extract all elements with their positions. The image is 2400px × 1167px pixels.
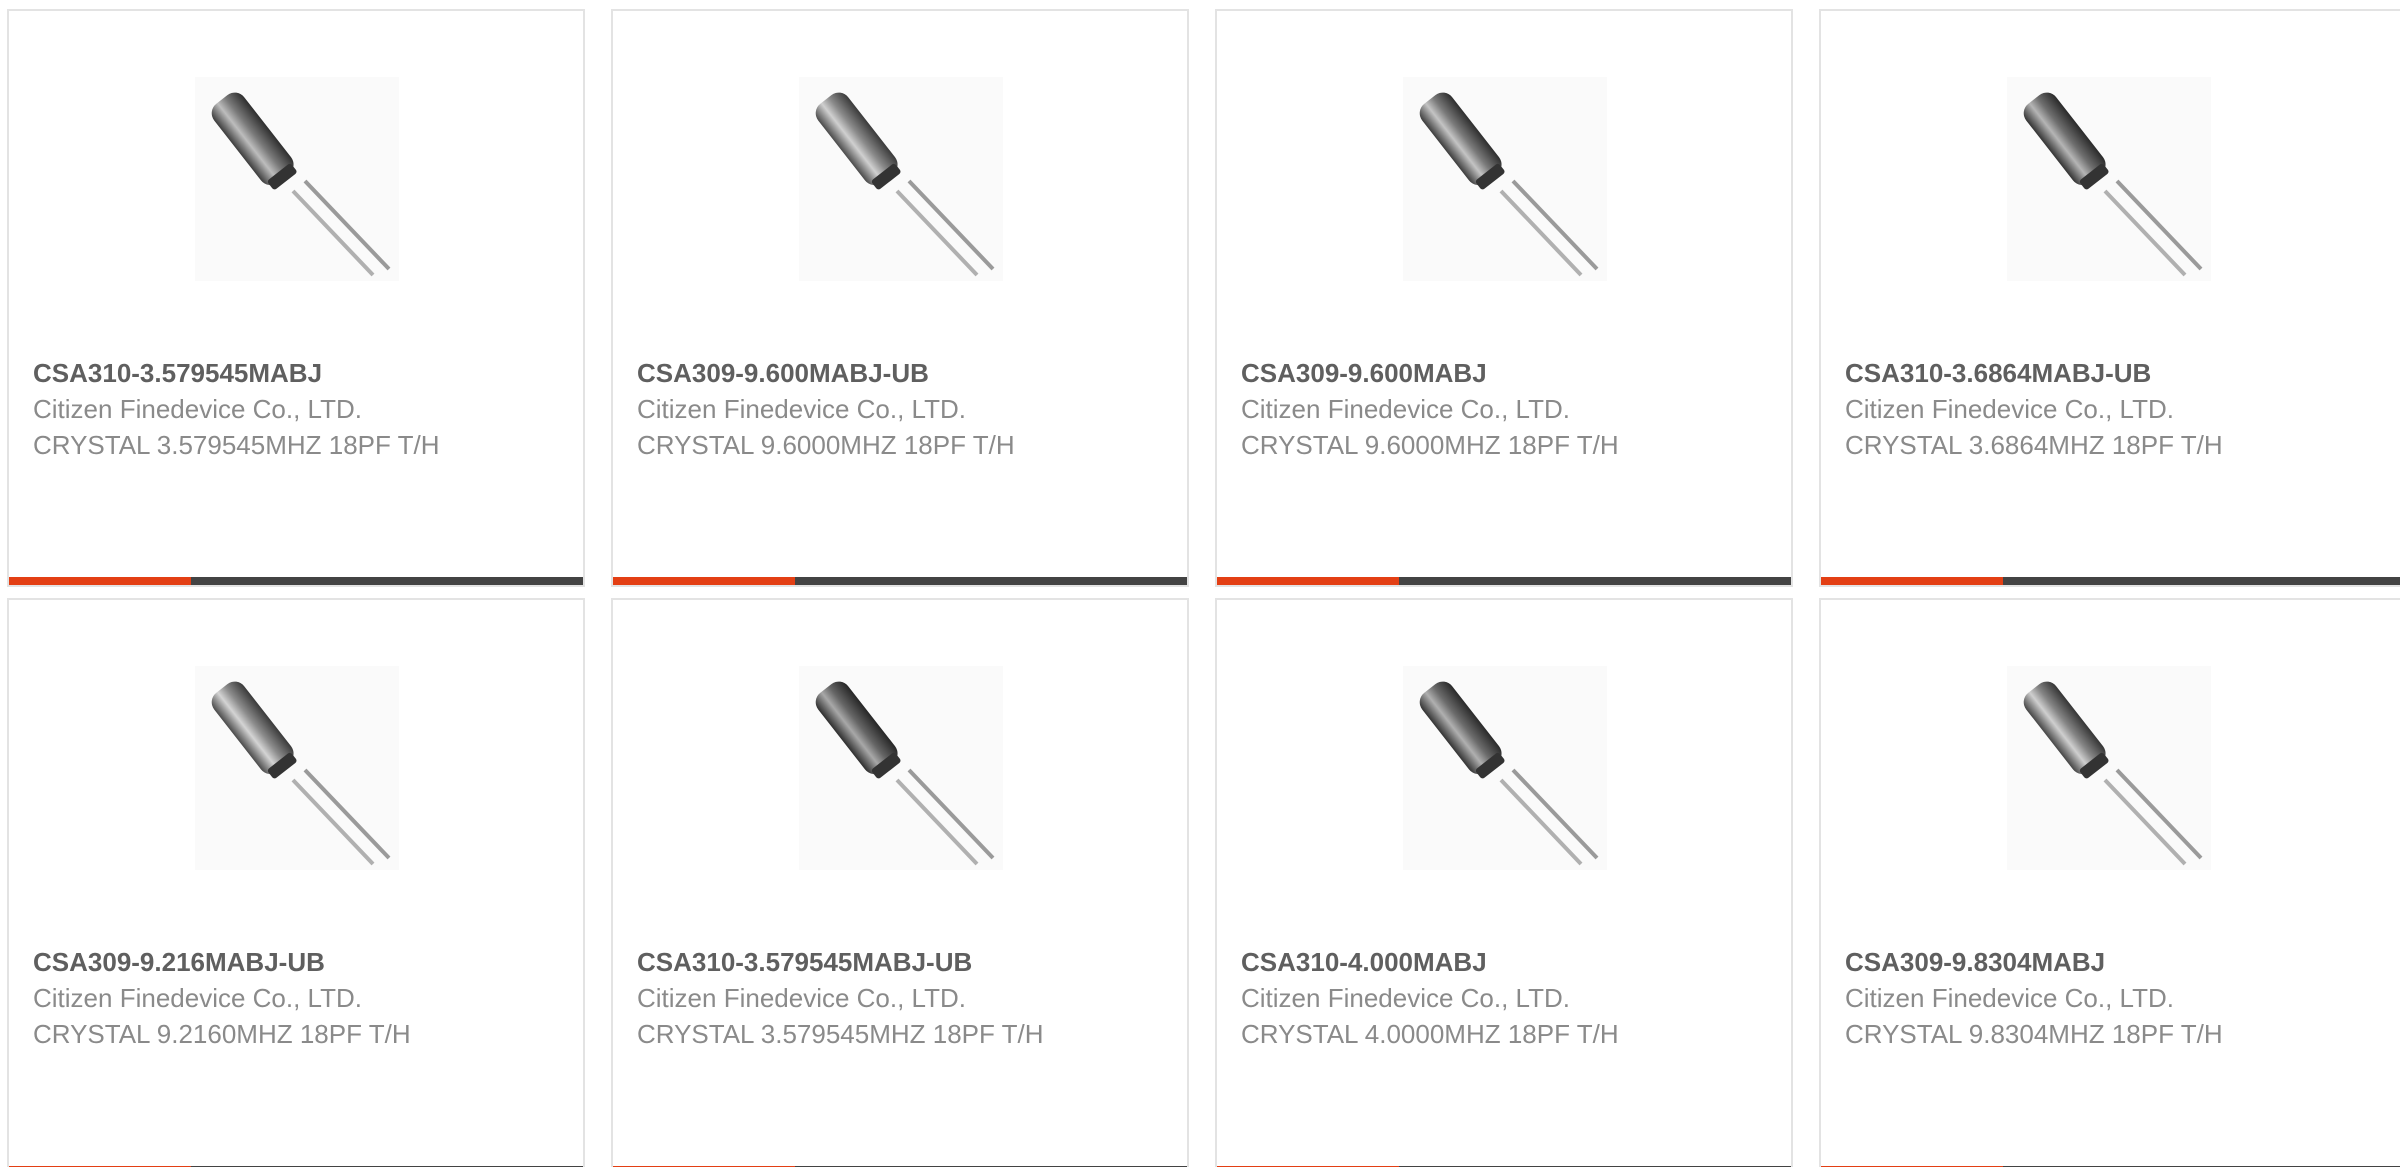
product-image (195, 666, 399, 870)
manufacturer: Citizen Finedevice Co., LTD. (1241, 983, 1570, 1013)
crystal-oscillator-icon (211, 92, 391, 277)
manufacturer: Citizen Finedevice Co., LTD. (33, 394, 362, 424)
product-grid: CSA310-3.579545MABJ Citizen Finedevice C… (0, 0, 2400, 1167)
product-info: CSA309-9.216MABJ-UB Citizen Finedevice C… (33, 944, 453, 1052)
card-footer-accent (9, 577, 191, 585)
product-image (195, 77, 399, 281)
crystal-oscillator-icon (1419, 92, 1599, 277)
description: CRYSTAL 9.6000MHZ 18PF T/H (637, 430, 1015, 460)
product-info: CSA310-4.000MABJ Citizen Finedevice Co.,… (1241, 944, 1661, 1052)
product-info: CSA309-9.8304MABJ Citizen Finedevice Co.… (1845, 944, 2265, 1052)
product-image (799, 77, 1003, 281)
part-number[interactable]: CSA310-4.000MABJ (1241, 944, 1661, 980)
product-card[interactable]: CSA309-9.600MABJ-UB Citizen Finedevice C… (611, 9, 1189, 587)
card-footer-accent (1217, 577, 1399, 585)
part-number[interactable]: CSA309-9.8304MABJ (1845, 944, 2265, 980)
crystal-oscillator-icon (2023, 681, 2203, 866)
part-number[interactable]: CSA309-9.600MABJ (1241, 355, 1661, 391)
description: CRYSTAL 3.579545MHZ 18PF T/H (33, 430, 440, 460)
manufacturer: Citizen Finedevice Co., LTD. (1241, 394, 1570, 424)
part-number[interactable]: CSA310-3.579545MABJ (33, 355, 453, 391)
description: CRYSTAL 4.0000MHZ 18PF T/H (1241, 1019, 1619, 1049)
description: CRYSTAL 9.6000MHZ 18PF T/H (1241, 430, 1619, 460)
part-number[interactable]: CSA309-9.600MABJ-UB (637, 355, 1057, 391)
part-number[interactable]: CSA309-9.216MABJ-UB (33, 944, 453, 980)
product-info: CSA309-9.600MABJ-UB Citizen Finedevice C… (637, 355, 1057, 463)
product-card[interactable]: CSA310-3.579545MABJ-UB Citizen Finedevic… (611, 598, 1189, 1167)
crystal-oscillator-icon (1419, 681, 1599, 866)
card-footer-accent (613, 577, 795, 585)
card-footer-bar (9, 577, 583, 585)
product-image (1403, 77, 1607, 281)
product-image (799, 666, 1003, 870)
card-footer-accent (1821, 577, 2003, 585)
product-card[interactable]: CSA310-4.000MABJ Citizen Finedevice Co.,… (1215, 598, 1793, 1167)
description: CRYSTAL 9.2160MHZ 18PF T/H (33, 1019, 411, 1049)
product-card[interactable]: CSA309-9.600MABJ Citizen Finedevice Co.,… (1215, 9, 1793, 587)
card-footer-bar (613, 577, 1187, 585)
product-info: CSA309-9.600MABJ Citizen Finedevice Co.,… (1241, 355, 1661, 463)
product-image (2007, 666, 2211, 870)
product-info: CSA310-3.579545MABJ Citizen Finedevice C… (33, 355, 453, 463)
description: CRYSTAL 9.8304MHZ 18PF T/H (1845, 1019, 2223, 1049)
manufacturer: Citizen Finedevice Co., LTD. (637, 983, 966, 1013)
product-card[interactable]: CSA310-3.6864MABJ-UB Citizen Finedevice … (1819, 9, 2400, 587)
product-card[interactable]: CSA309-9.8304MABJ Citizen Finedevice Co.… (1819, 598, 2400, 1167)
product-card[interactable]: CSA309-9.216MABJ-UB Citizen Finedevice C… (7, 598, 585, 1167)
product-image (2007, 77, 2211, 281)
product-card[interactable]: CSA310-3.579545MABJ Citizen Finedevice C… (7, 9, 585, 587)
description: CRYSTAL 3.6864MHZ 18PF T/H (1845, 430, 2223, 460)
manufacturer: Citizen Finedevice Co., LTD. (1845, 394, 2174, 424)
description: CRYSTAL 3.579545MHZ 18PF T/H (637, 1019, 1044, 1049)
crystal-oscillator-icon (2023, 92, 2203, 277)
manufacturer: Citizen Finedevice Co., LTD. (637, 394, 966, 424)
card-footer-bar (1821, 577, 2400, 585)
manufacturer: Citizen Finedevice Co., LTD. (33, 983, 362, 1013)
product-info: CSA310-3.6864MABJ-UB Citizen Finedevice … (1845, 355, 2265, 463)
manufacturer: Citizen Finedevice Co., LTD. (1845, 983, 2174, 1013)
part-number[interactable]: CSA310-3.6864MABJ-UB (1845, 355, 2265, 391)
product-info: CSA310-3.579545MABJ-UB Citizen Finedevic… (637, 944, 1057, 1052)
part-number[interactable]: CSA310-3.579545MABJ-UB (637, 944, 1057, 980)
crystal-oscillator-icon (815, 92, 995, 277)
card-footer-bar (1217, 577, 1791, 585)
crystal-oscillator-icon (815, 681, 995, 866)
crystal-oscillator-icon (211, 681, 391, 866)
product-image (1403, 666, 1607, 870)
